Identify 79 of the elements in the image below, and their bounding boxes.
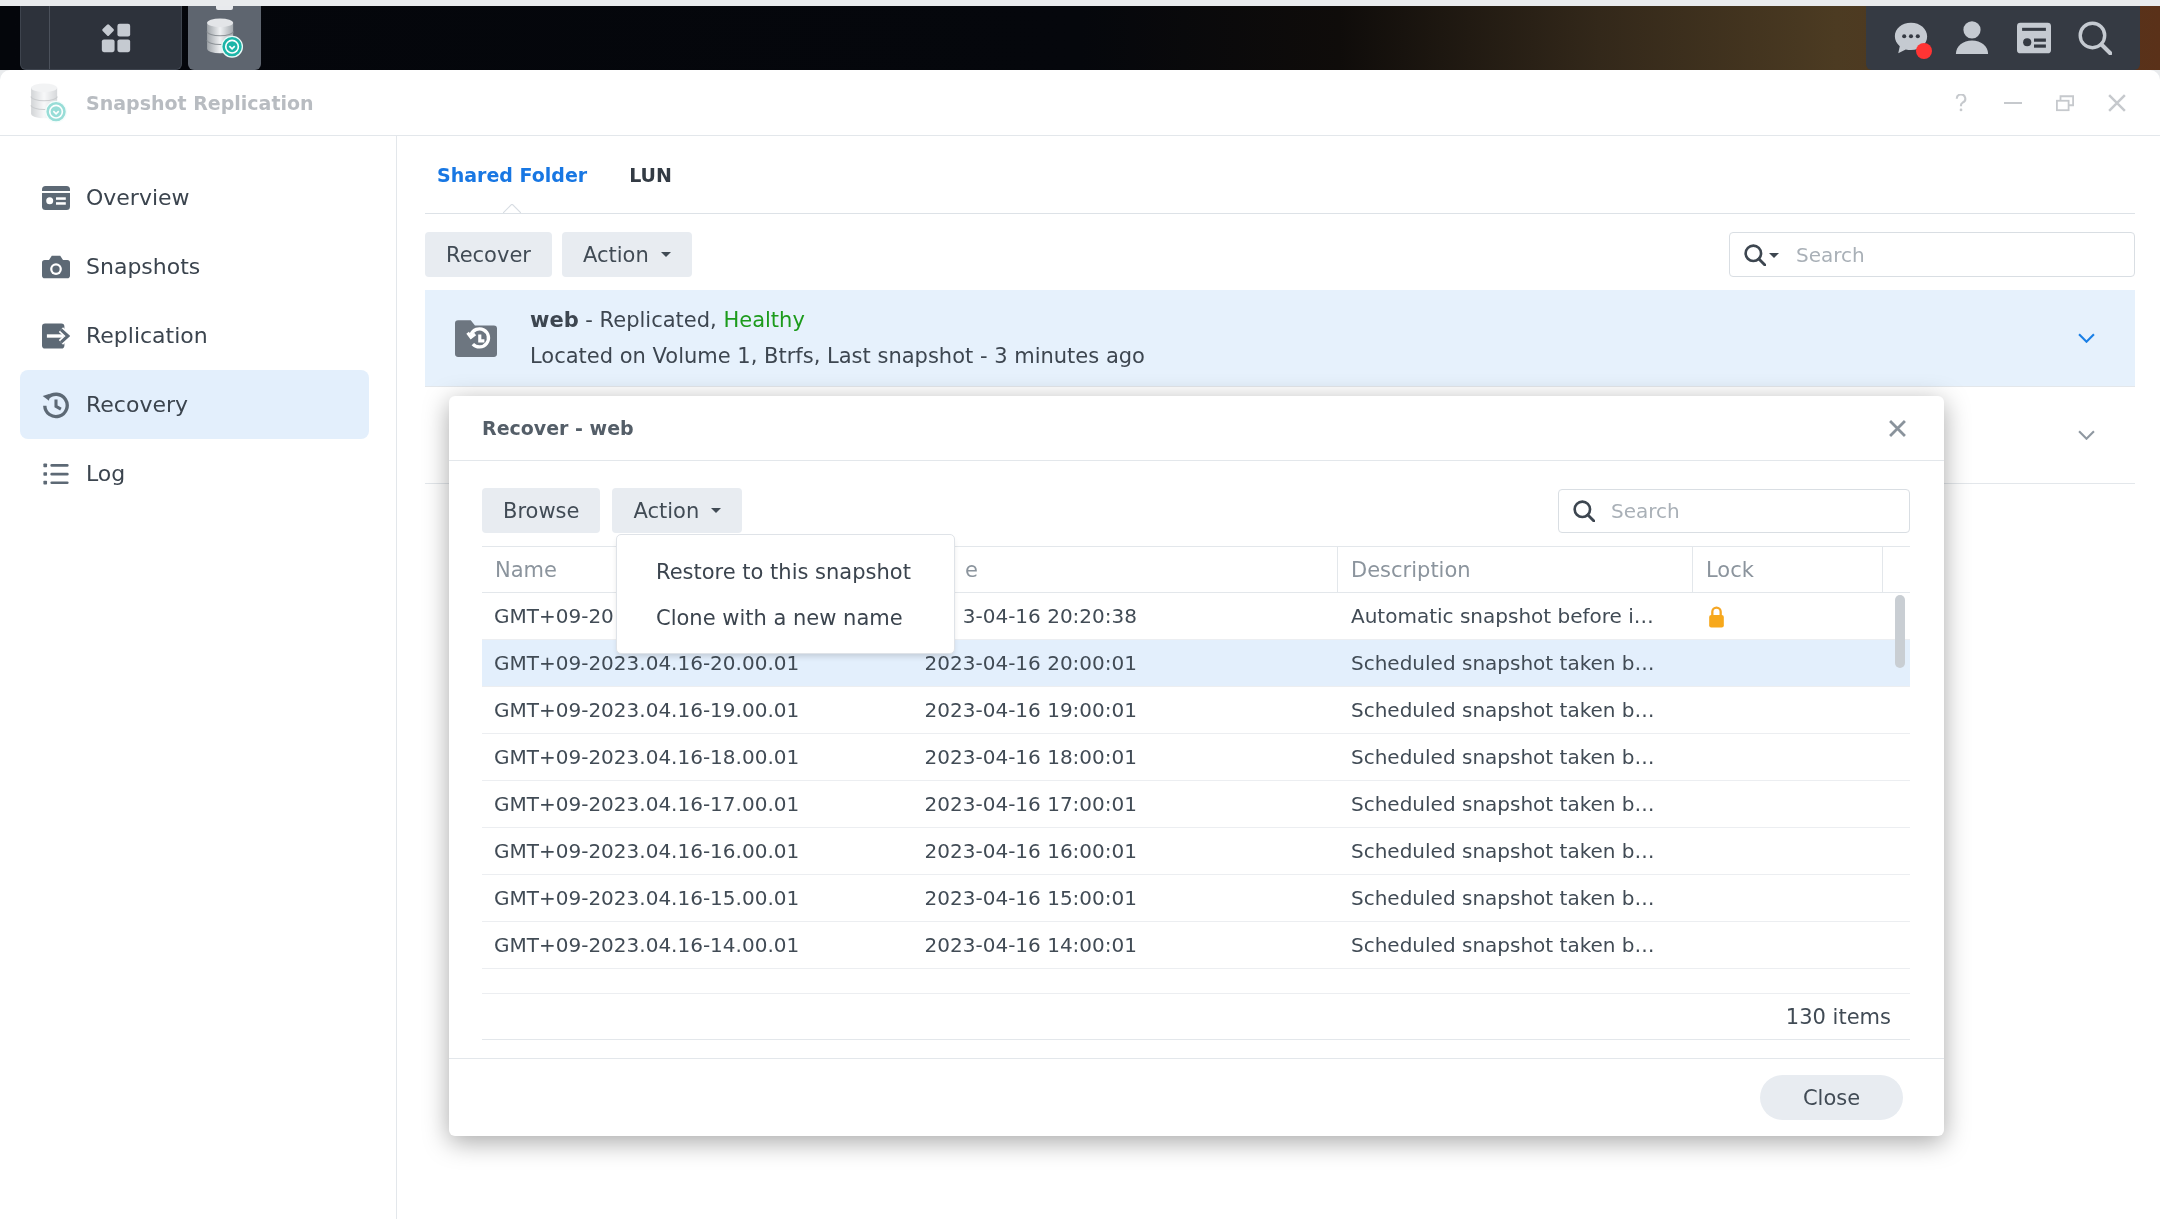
- database-clock-icon: [205, 17, 244, 59]
- table-cell: Automatic snapshot before i…: [1351, 604, 1654, 628]
- search-field[interactable]: Search: [1729, 232, 2135, 277]
- app-taskbar-button[interactable]: [188, 6, 261, 70]
- table-cell: 2023-04-16 20:00:01: [923, 651, 1137, 675]
- toolbar-button[interactable]: Recover: [425, 232, 552, 277]
- id-card-icon: [42, 183, 70, 212]
- table-row[interactable]: GMT+09-2023.04.16-18.00.01 2023-04-16 18:00:01 Scheduled snapshot taken b…: [482, 734, 1910, 781]
- table-cell: 2023-04-16 19:00:01: [923, 698, 1137, 722]
- table-cell: Scheduled snapshot taken b…: [1351, 651, 1655, 675]
- window-title: Snapshot Replication: [86, 91, 314, 114]
- menu-item[interactable]: Clone with a new name: [617, 595, 954, 641]
- table-cell: Scheduled snapshot taken b…: [1351, 745, 1655, 769]
- tab[interactable]: LUN: [617, 136, 684, 213]
- chevron-down-icon[interactable]: [2078, 333, 2095, 343]
- table-cell-text: 3-04-16 20:20:38: [961, 604, 1137, 628]
- active-bar-icon: [216, 6, 233, 10]
- sidebar-label: Log: [86, 461, 126, 486]
- database-clock-icon: [30, 81, 68, 124]
- table-row[interactable]: GMT+09-2023.04.16-14.00.01 2023-04-16 14:00:01 Scheduled snapshot taken b…: [482, 922, 1910, 969]
- table-cell: Scheduled snapshot taken b…: [1351, 839, 1655, 863]
- dropdown-button[interactable]: Action: [612, 488, 743, 533]
- chevron-down-icon[interactable]: [2078, 430, 2095, 440]
- toolbar-button[interactable]: Browse: [482, 488, 601, 533]
- table-row[interactable]: GMT+09-2023.04.16-19.00.01 2023-04-16 19:00:01 Scheduled snapshot taken b…: [482, 687, 1910, 734]
- folder-row[interactable]: web - Replicated, Healthy Located on Volume 1, Btrfs, Last snapshot - 3 minutes ago: [425, 290, 2135, 387]
- search-icon: [1573, 499, 1595, 522]
- item-count: 130 items: [1785, 1004, 1891, 1029]
- table-cell: GMT+09-2023.04.16-18.00.01: [494, 745, 800, 769]
- caret-icon: [1769, 252, 1779, 258]
- search-field[interactable]: Search: [1558, 488, 1910, 533]
- sidebar-item[interactable]: Overview: [20, 163, 369, 232]
- table-cell: GMT+09-2023.04.16-14.00.01: [494, 933, 800, 957]
- history-icon: [42, 390, 70, 419]
- folder-title: web - Replicated, Healthy: [530, 307, 806, 334]
- table-row[interactable]: GMT+09-2023.04.16-20.00.01 2023-04-16 20:00:01 Scheduled snapshot taken b…: [482, 640, 1910, 687]
- table-row[interactable]: GMT+09-2023.04.16-17.00.01 2023-04-16 17:00:01 Scheduled snapshot taken b…: [482, 781, 1910, 828]
- table-cell: GMT+09-2023.04.16-15.00.01: [494, 886, 800, 910]
- close-button[interactable]: Close: [1760, 1075, 1903, 1120]
- chat-bubble-icon: [1893, 21, 1928, 55]
- table-cell: 2023-04-16 17:00:01: [923, 792, 1137, 816]
- dropdown-button[interactable]: Action: [561, 232, 692, 277]
- sidebar-label: Overview: [86, 185, 190, 210]
- table-row[interactable]: GMT+09-2023.04.16-15.00.01 2023-04-16 15:00:01 Scheduled snapshot taken b…: [482, 875, 1910, 922]
- sidebar-item[interactable]: Recovery: [20, 370, 369, 439]
- menu-item[interactable]: Restore to this snapshot: [617, 549, 954, 595]
- table-cell: 2023-04-16 15:00:01: [923, 886, 1137, 910]
- table-cell: Scheduled snapshot taken b…: [1351, 933, 1655, 957]
- sidebar-label: Replication: [86, 323, 208, 348]
- sidebar-item[interactable]: Snapshots: [20, 232, 369, 301]
- id-card-icon: [2016, 21, 2051, 55]
- tab[interactable]: Shared Folder: [425, 136, 600, 213]
- table-cell: 2023-04-16 14:00:01: [923, 933, 1137, 957]
- close-icon[interactable]: [1889, 419, 1906, 437]
- table-cell: Scheduled snapshot taken b…: [1351, 792, 1655, 816]
- search-icon: [1744, 243, 1766, 266]
- user-icon: [1955, 21, 1990, 55]
- table-cell: GMT+09-20: [494, 604, 614, 628]
- sidebar-label: Recovery: [86, 392, 188, 417]
- sidebar-label: Snapshots: [86, 254, 201, 279]
- sidebar-item[interactable]: Log: [20, 439, 369, 508]
- table-cell: GMT+09-2023.04.16-16.00.01: [494, 839, 800, 863]
- table-cell: GMT+09-2023.04.16-20.00.01: [494, 651, 800, 675]
- folder-details: Located on Volume 1, Btrfs, Last snapshot - 3 minutes ago: [530, 343, 1145, 370]
- table-cell: Scheduled snapshot taken b…: [1351, 886, 1655, 910]
- table-cell: GMT+09-2023.04.16-17.00.01: [494, 792, 800, 816]
- caret-icon: [660, 252, 671, 257]
- table-cell: 2023-04-16 18:00:01: [923, 745, 1137, 769]
- table-cell: Scheduled snapshot taken b…: [1351, 698, 1655, 722]
- dialog-title: Recover - web: [482, 417, 634, 439]
- table-cell: GMT+09-2023.04.16-19.00.01: [494, 698, 800, 722]
- table-cell: 2023-04-16 16:00:01: [923, 839, 1137, 863]
- caret-icon: [711, 508, 722, 513]
- folder-history-icon: [455, 319, 497, 357]
- scrollbar-thumb[interactable]: [1895, 595, 1905, 668]
- search-icon: [2078, 21, 2113, 55]
- arrow-box-icon: [42, 321, 70, 350]
- sidebar-item[interactable]: Replication: [20, 301, 369, 370]
- table-row[interactable]: GMT+09-2023.04.16-16.00.01 2023-04-16 16:00:01 Scheduled snapshot taken b…: [482, 828, 1910, 875]
